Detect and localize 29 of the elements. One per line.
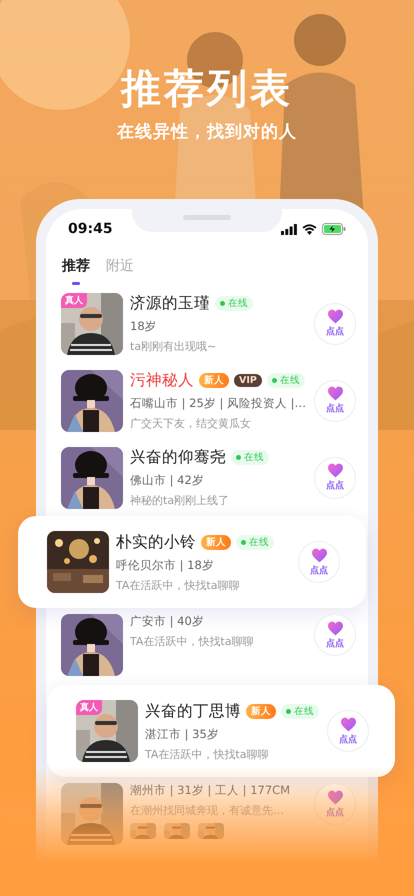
user-info: 佛山市 | 42岁 [130, 473, 205, 488]
verified-tag: 真人 [76, 700, 102, 715]
status-text: TA在活跃中，快找ta聊聊 [130, 634, 254, 649]
heart-icon [310, 548, 328, 562]
heart-icon [326, 790, 344, 804]
user-name: 兴奋的仰骞尧 [130, 447, 226, 468]
profile-card[interactable]: 真人 兴奋的丁思博 新人 在线 湛江市 | 35岁 TA在活跃中，快找ta聊聊 点点 [47, 685, 395, 777]
user-info: 广安市 | 40岁 [130, 614, 205, 629]
user-info: 湛江市 | 35岁 [145, 726, 220, 742]
like-button[interactable]: 点点 [314, 456, 356, 498]
online-badge: 在线 [281, 704, 319, 718]
heart-icon [326, 620, 344, 636]
online-badge: 在线 [231, 450, 269, 465]
heart-icon [326, 463, 344, 478]
status-text: TA在活跃中，快找ta聊聊 [145, 746, 270, 762]
heart-icon [340, 716, 356, 732]
status-text: TA在活跃中，快找ta聊聊 [116, 578, 240, 592]
status-text: 神秘的ta刚刚上线了 [130, 493, 230, 508]
user-name: 朴实的小铃 [116, 532, 196, 552]
new-badge: 新人 [201, 534, 231, 550]
user-name: 兴奋的丁思博 [145, 700, 241, 722]
profile-card[interactable]: 朴实的小铃 新人 在线 呼伦贝尔市 | 18岁 TA在活跃中，快找ta聊聊 点点 [18, 516, 366, 608]
user-info: 呼伦贝尔市 | 18岁 [116, 558, 215, 572]
like-button[interactable]: 点点 [327, 710, 369, 752]
user-info: 潮州市 | 31岁 | 工人 | 177CM [130, 783, 292, 798]
like-button[interactable]: 点点 [298, 541, 340, 583]
online-badge: 在线 [236, 534, 274, 550]
new-badge: 新人 [246, 704, 276, 718]
like-button[interactable]: 点点 [314, 614, 356, 656]
